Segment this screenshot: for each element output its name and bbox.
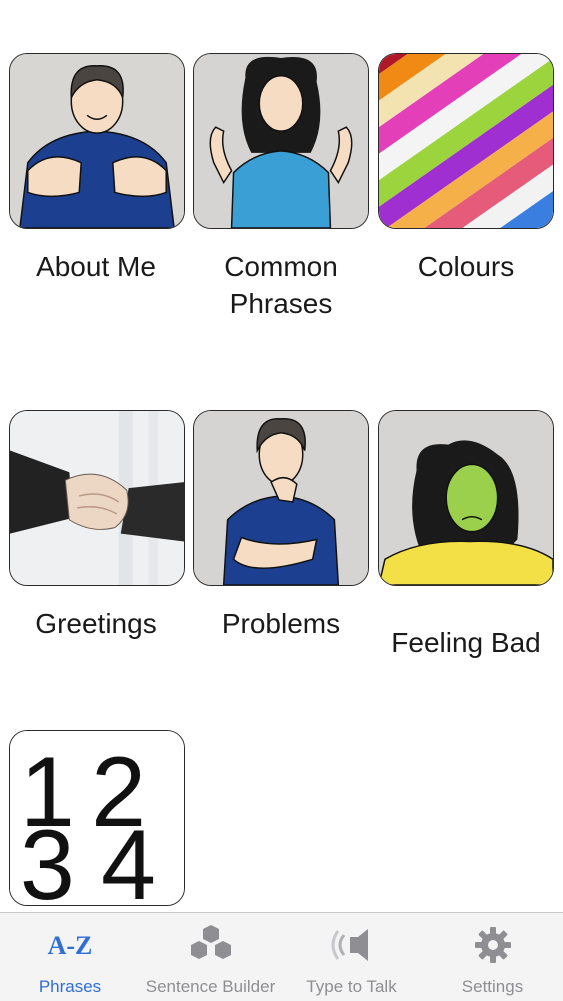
numbers-image: 1 2 3 4: [10, 731, 184, 905]
numbers-digit-3: 3: [20, 810, 75, 905]
numbers-digit-4: 4: [101, 810, 156, 905]
numbers-tile[interactable]: 1 2 3 4: [9, 730, 185, 906]
tab-sentence-builder-label: Sentence Builder: [145, 977, 276, 996]
tab-settings-label: Settings: [461, 977, 524, 996]
feeling-bad-tile[interactable]: [378, 410, 554, 586]
greetings-image: [10, 411, 184, 585]
problems-image: [194, 411, 368, 585]
tab-sentence-builder[interactable]: Sentence Builder: [140, 913, 281, 1001]
common-phrases-label[interactable]: Common Phrases: [188, 248, 374, 322]
problems-label[interactable]: Problems: [188, 605, 374, 642]
tab-type-to-talk-label: Type to Talk: [306, 977, 397, 996]
category-grid: About Me Common Phrases Colours Greeting…: [0, 0, 563, 912]
feeling-bad-label[interactable]: Feeling Bad: [373, 624, 559, 661]
common-phrases-tile[interactable]: [193, 53, 369, 229]
about-me-tile[interactable]: [9, 53, 185, 229]
greetings-tile[interactable]: [9, 410, 185, 586]
tab-type-to-talk[interactable]: Type to Talk: [281, 913, 422, 1001]
tab-bar: A-Z Phrases Sentence Builder Type to Tal…: [0, 912, 563, 1001]
about-me-label[interactable]: About Me: [3, 248, 189, 285]
gear-icon: [473, 925, 513, 970]
blocks-icon: [187, 925, 235, 970]
az-icon: A-Z: [47, 931, 93, 960]
greetings-label[interactable]: Greetings: [3, 605, 189, 642]
colours-image: [379, 54, 553, 228]
tab-settings[interactable]: Settings: [422, 913, 563, 1001]
speaker-icon: [328, 925, 376, 970]
colours-tile[interactable]: [378, 53, 554, 229]
tab-phrases[interactable]: A-Z Phrases: [0, 913, 140, 1001]
problems-tile[interactable]: [193, 410, 369, 586]
feeling-bad-image: [379, 411, 553, 585]
about-me-image: [10, 54, 184, 228]
common-phrases-image: [194, 54, 368, 228]
colours-label[interactable]: Colours: [373, 248, 559, 285]
tab-phrases-label: Phrases: [38, 977, 102, 996]
